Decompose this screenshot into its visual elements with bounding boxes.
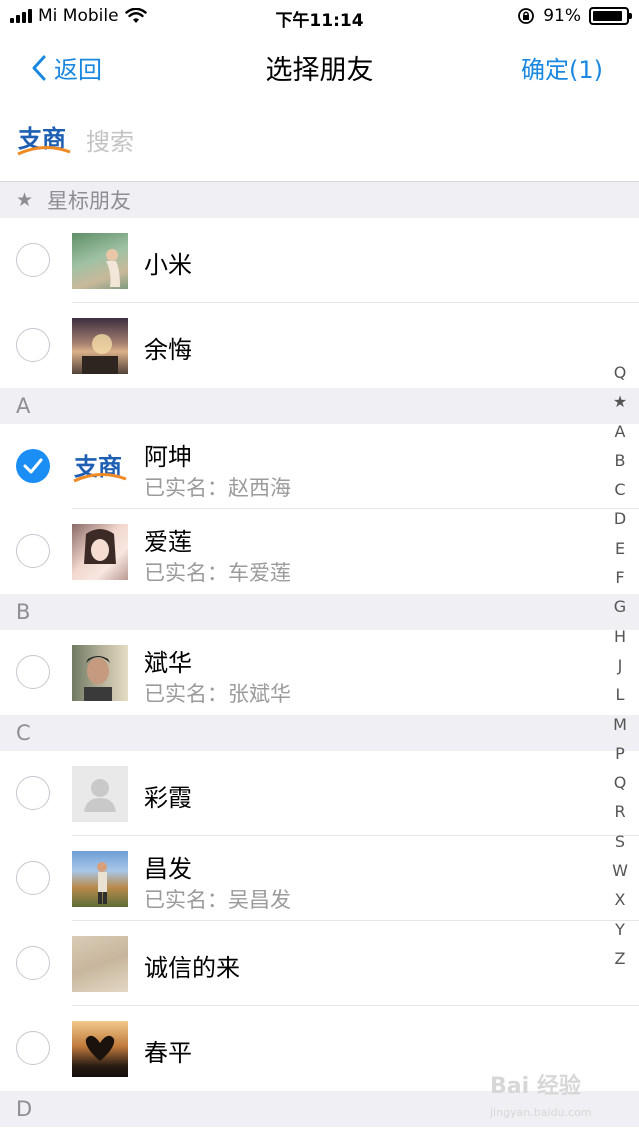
index-letter[interactable]: B — [615, 446, 626, 475]
contact-name: 昌发 — [144, 855, 192, 883]
star-icon: ★ — [16, 189, 34, 211]
index-letter[interactable]: G — [614, 592, 626, 621]
avatar — [72, 318, 128, 374]
contact-name: 斌华 — [144, 649, 192, 677]
contact-row[interactable]: 余悔 — [0, 303, 639, 388]
battery-percent: 91% — [543, 6, 581, 26]
watermark-sub: jingyan.baidu.com — [490, 1106, 592, 1119]
checkmark-icon — [23, 458, 43, 474]
index-letter[interactable]: M — [613, 710, 627, 739]
watermark: Bai 经验 — [490, 1074, 581, 1099]
status-right: 91% — [517, 6, 632, 26]
contact-row[interactable]: 彩霞 — [0, 751, 639, 836]
section-starred: 小米 余悔 — [0, 218, 639, 388]
select-radio[interactable] — [16, 534, 50, 568]
index-letter[interactable]: C — [614, 475, 625, 504]
contact-name: 小米 — [144, 251, 192, 279]
battery-icon — [589, 7, 632, 25]
index-letter[interactable]: Y — [615, 915, 625, 944]
contact-row[interactable]: 斌华 已实名：张斌华 — [0, 630, 639, 715]
select-radio-checked[interactable] — [16, 449, 50, 483]
index-letter[interactable]: J — [618, 651, 623, 680]
select-radio[interactable] — [16, 776, 50, 810]
avatar — [72, 936, 128, 992]
section-c: 彩霞 昌发 已实名：吴昌发 诚信的来 春平 — [0, 751, 639, 1091]
section-label: D — [16, 1097, 33, 1121]
index-letter[interactable]: R — [614, 797, 625, 826]
contact-name: 彩霞 — [144, 784, 192, 812]
select-radio[interactable] — [16, 328, 50, 362]
contact-row[interactable]: 小米 — [0, 218, 639, 303]
index-letter[interactable]: H — [614, 622, 626, 651]
contact-name: 爱莲 — [144, 528, 192, 556]
avatar — [72, 524, 128, 580]
index-letter[interactable]: S — [615, 827, 625, 856]
section-label: B — [16, 600, 31, 624]
select-radio[interactable] — [16, 1031, 50, 1065]
index-star[interactable]: ★ — [613, 387, 627, 416]
index-letter[interactable]: L — [616, 680, 625, 709]
contact-list: ★ 星标朋友 小米 余悔 A 支 商 阿坤 已实名：赵西海 爱莲 已实名：车爱莲… — [0, 182, 639, 1127]
section-header-c: C — [0, 715, 639, 751]
contact-realname: 已实名：吴昌发 — [144, 888, 291, 912]
section-header-starred: ★ 星标朋友 — [0, 182, 639, 218]
index-letter[interactable]: Q — [614, 358, 627, 387]
brand-logo-avatar: 支 商 — [72, 439, 128, 495]
contact-row[interactable]: 爱莲 已实名：车爱莲 — [0, 509, 639, 594]
avatar — [72, 851, 128, 907]
index-letter[interactable]: W — [612, 856, 628, 885]
section-label: 星标朋友 — [47, 189, 132, 213]
index-letter[interactable]: P — [615, 739, 625, 768]
index-letter[interactable]: Z — [615, 944, 626, 973]
contact-realname: 已实名：张斌华 — [144, 682, 291, 706]
contact-row[interactable]: 诚信的来 — [0, 921, 639, 1006]
nav-bar: 返回 选择朋友 确定(1) — [0, 34, 639, 98]
contact-name: 诚信的来 — [144, 954, 240, 982]
section-header-b: B — [0, 594, 639, 630]
contact-name: 春平 — [144, 1039, 192, 1067]
section-header-a: A — [0, 388, 639, 424]
select-radio[interactable] — [16, 946, 50, 980]
avatar — [72, 233, 128, 289]
alphabet-index[interactable]: Q ★ A B C D E F G H J L M P Q R S W X Y Z — [607, 358, 633, 973]
confirm-button[interactable]: 确定(1) — [521, 50, 603, 85]
select-radio[interactable] — [16, 655, 50, 689]
contact-name: 余悔 — [144, 336, 192, 364]
index-letter[interactable]: D — [614, 504, 626, 533]
index-letter[interactable]: Q — [614, 768, 627, 797]
index-letter[interactable]: A — [615, 417, 626, 446]
brand-logo-icon: 支 商 — [17, 125, 71, 155]
contact-row[interactable]: 昌发 已实名：吴昌发 — [0, 836, 639, 921]
search-placeholder: 搜索 — [86, 128, 134, 156]
index-letter[interactable]: E — [615, 534, 625, 563]
rotation-lock-icon — [518, 8, 535, 24]
battery-fill — [593, 11, 623, 21]
select-radio[interactable] — [16, 861, 50, 895]
contact-name: 阿坤 — [144, 443, 192, 471]
avatar — [72, 1021, 128, 1077]
search-bar[interactable]: 支 商 搜索 — [0, 98, 639, 182]
index-letter[interactable]: X — [615, 885, 626, 914]
contact-realname: 已实名：赵西海 — [144, 476, 291, 500]
contact-row[interactable]: 支 商 阿坤 已实名：赵西海 — [0, 424, 639, 509]
status-bar: Mi Mobile 下午11:14 91% — [0, 0, 639, 34]
default-avatar-icon — [72, 766, 128, 822]
section-a: 支 商 阿坤 已实名：赵西海 爱莲 已实名：车爱莲 — [0, 424, 639, 594]
select-radio[interactable] — [16, 243, 50, 277]
contact-realname: 已实名：车爱莲 — [144, 561, 291, 585]
section-b: 斌华 已实名：张斌华 — [0, 630, 639, 715]
avatar — [72, 645, 128, 701]
section-label: A — [16, 394, 31, 418]
index-letter[interactable]: F — [615, 563, 624, 592]
section-label: C — [16, 721, 31, 745]
